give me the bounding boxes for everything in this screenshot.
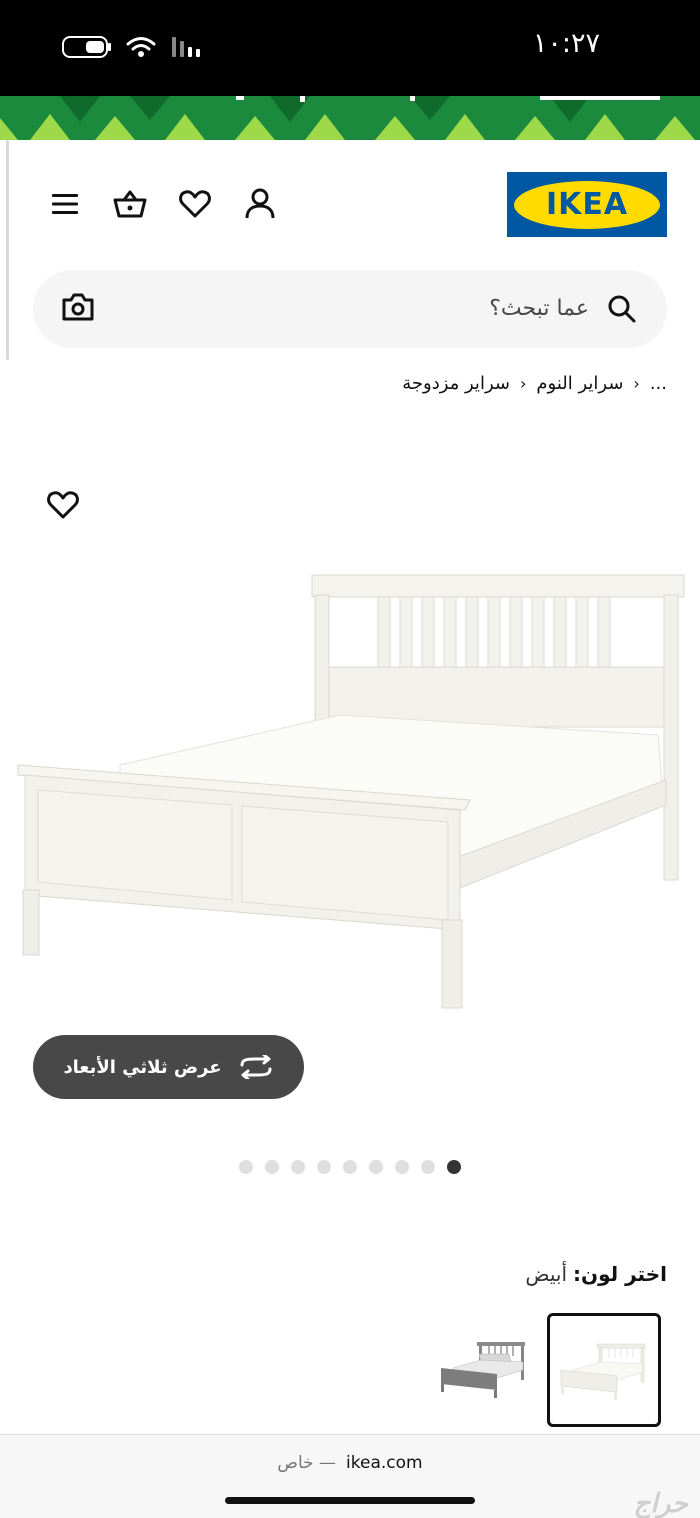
carousel-dot[interactable] [317,1160,331,1174]
wifi-icon [126,37,156,57]
account-button[interactable] [240,184,280,224]
carousel-dot[interactable] [421,1160,435,1174]
address-bar[interactable]: خاص — ikea.com [0,1453,700,1473]
add-to-favourites-button[interactable] [47,490,83,526]
carousel-dot[interactable] [343,1160,357,1174]
user-icon [245,188,275,219]
private-mode-label: خاص — [277,1453,337,1473]
status-icons [62,34,204,60]
product-image[interactable] [10,560,690,1020]
logo-text: IKEA [545,187,629,222]
wishlist-button[interactable] [175,184,215,224]
image-carousel-dots [0,1160,700,1174]
color-swatch-white[interactable] [547,1313,661,1427]
breadcrumb-bedroom-beds[interactable]: سراير النوم [536,373,623,394]
header: IKEA [0,160,700,250]
carousel-dot-active[interactable] [447,1160,461,1174]
browser-footer: خاص — ikea.com حراج [0,1434,700,1518]
carousel-dot[interactable] [395,1160,409,1174]
watermark-logo: حراج [633,1489,688,1518]
home-indicator[interactable] [225,1497,475,1504]
ikea-logo[interactable]: IKEA [507,172,667,237]
chevron-icon: › [519,374,527,393]
logo-oval: IKEA [514,180,660,229]
heart-icon [179,190,211,218]
color-label-value: أبيض [525,1262,568,1286]
grey-bed-thumbnail [441,1342,525,1398]
signal-icon [172,37,200,57]
view-3d-button[interactable]: عرض ثلاثي الأبعاد [33,1035,304,1099]
color-picker-label: اختر لون: أبيض [525,1262,667,1286]
heart-icon [47,491,79,519]
status-bar: ١٠:٢٧ [0,0,700,96]
carousel-dot[interactable] [265,1160,279,1174]
rotate-3d-icon [240,1055,272,1079]
menu-icon [52,194,78,214]
breadcrumb: ... › سراير النوم › سراير مزدوجة [402,373,667,394]
menu-button[interactable] [45,184,85,224]
status-time: ١٠:٢٧ [532,28,600,59]
camera-icon[interactable] [61,292,95,322]
color-label-key: اختر لون: [573,1262,667,1286]
search-bar[interactable]: عما تبحث؟ [33,270,667,348]
battery-icon [62,36,111,58]
search-input[interactable]: عما تبحث؟ [489,296,589,321]
chevron-icon: › [633,374,640,393]
white-bed-thumbnail [560,1343,646,1400]
carousel-dot[interactable] [239,1160,253,1174]
carousel-dot[interactable] [291,1160,305,1174]
basket-button[interactable] [110,184,150,224]
carousel-dot[interactable] [369,1160,383,1174]
search-icon[interactable] [607,294,637,324]
basket-icon [113,190,147,218]
banner-pattern [0,96,695,140]
url-domain[interactable]: ikea.com [346,1453,423,1473]
promo-banner[interactable] [0,96,700,140]
breadcrumb-double-beds[interactable]: سراير مزدوجة [402,373,510,394]
bed-illustration [17,574,685,1009]
view-3d-label: عرض ثلاثي الأبعاد [63,1056,222,1078]
breadcrumb-ellipsis[interactable]: ... [650,373,667,394]
color-swatch-grey[interactable] [434,1318,534,1418]
